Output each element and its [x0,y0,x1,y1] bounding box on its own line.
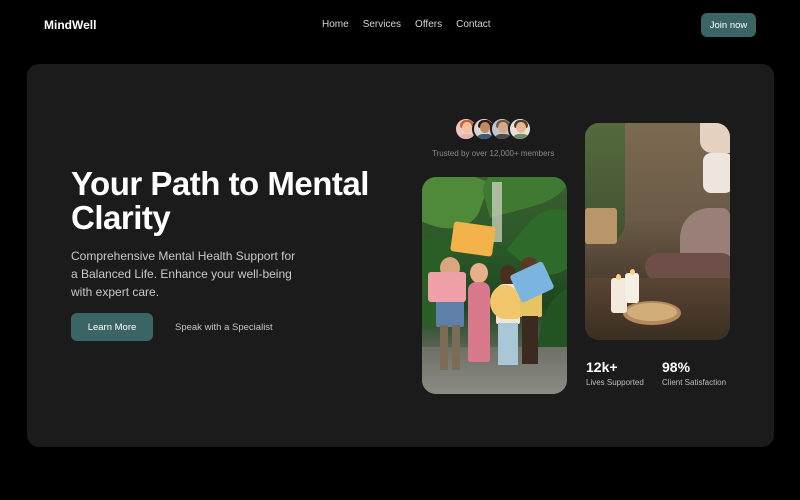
stat-lives-supported: 12k+ Lives Supported [586,359,644,387]
group-people-holding-signs-photo [422,177,567,394]
hero-subcopy: Comprehensive Mental Health Support for … [71,249,296,299]
speak-with-specialist-link[interactable]: Speak with a Specialist [175,322,273,333]
trust-text: Trusted by over 12,000+ members [432,149,555,158]
stat-value: 12k+ [586,359,618,375]
nav-link-contact[interactable]: Contact [456,19,490,30]
member-avatars [454,117,532,141]
main-nav: Home Services Offers Contact [322,19,491,30]
nav-link-offers[interactable]: Offers [415,19,442,30]
stat-client-satisfaction: 98% Client Satisfaction [662,359,726,387]
nav-link-home[interactable]: Home [322,19,349,30]
hero-headline: Your Path to Mental Clarity [71,165,369,236]
learn-more-button[interactable]: Learn More [71,313,153,341]
stat-label: Client Satisfaction [662,378,727,387]
meditation-candles-photo [585,123,730,340]
hero-section: Your Path to Mental Clarity Comprehensiv… [27,64,774,447]
brand-logo[interactable]: MindWell [44,18,96,32]
nav-link-services[interactable]: Services [363,19,401,30]
avatar [508,117,532,141]
stat-label: Lives Supported [586,378,644,387]
stat-value: 98% [662,359,691,375]
join-now-button[interactable]: Join now [701,13,756,37]
